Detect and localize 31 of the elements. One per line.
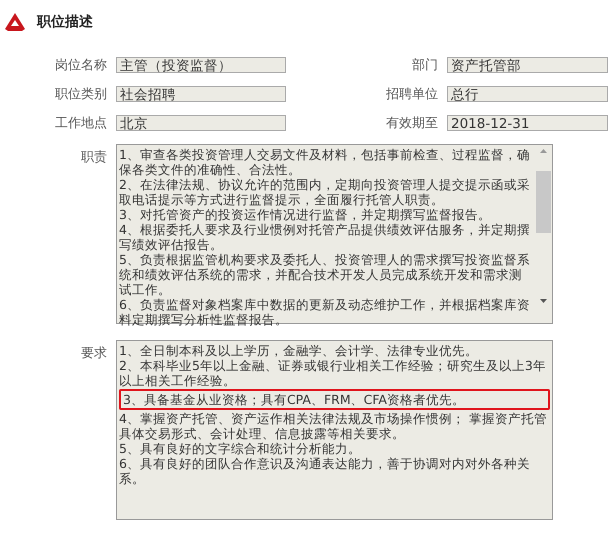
field-label: 工作地点	[54, 115, 107, 132]
text-line: 4、根据委托人要求及行业惯例对托管产品提供绩效评估服务，并定期撰写绩效评估报告。	[119, 222, 530, 252]
field-label: 职责	[80, 149, 107, 166]
field-label: 招聘单位	[385, 86, 438, 103]
scrollbar-thumb[interactable]	[536, 171, 551, 233]
input-field[interactable]: 主管（投资监督）	[116, 57, 286, 73]
logo-icon	[5, 13, 25, 31]
text-line: 6、具有良好的团队合作意识及沟通表达能力，善于协调对内对外各种关系。	[119, 456, 530, 486]
text-line: 2、在法律法规、协议允许的范围内，定期向投资管理人提交提示函或采取电话提示等方式进行监督提示，全面履行托管人职责。	[119, 177, 530, 207]
text-line: 5、具有良好的文字综合和统计分析能力。	[119, 441, 361, 456]
text-line: 2、本科毕业5年以上金融、证券或银行业相关工作经验；研究生及以上3年以上相关工作经验。	[119, 358, 546, 388]
field-label: 职位类别	[54, 86, 107, 103]
text-line: 5、负责根据监管机构要求及委托人、投资管理人的需求撰写投资监督系统和绩效评估系统的需求，并配合技术开发人员完成系统开发和需求测试工作。	[119, 252, 530, 297]
text-line: 3、具备基金从业资格；具有CPA、FRM、CFA资格者优先。	[123, 392, 465, 407]
text-area[interactable]	[116, 340, 553, 520]
input-field[interactable]: 北京	[116, 115, 286, 131]
text-line: 4、掌握资产托管、资产运作相关法律法规及市场操作惯例； 掌握资产托管具体交易形式、会计处理、信息披露等相关要求。	[119, 411, 547, 441]
text-line: 6、负责监督对象档案库中数据的更新及动态维护工作，并根据档案库资料定期撰写分析性监督报告。	[119, 297, 530, 327]
field-label: 要求	[80, 345, 107, 362]
field-label: 部门	[411, 57, 438, 74]
text-area[interactable]	[116, 144, 553, 324]
input-field[interactable]: 2018-12-31	[447, 115, 608, 131]
section-title: 职位描述	[37, 13, 93, 31]
text-line: 1、全日制本科及以上学历，金融学、会计学、法律专业优先。	[119, 343, 478, 358]
input-field[interactable]: 总行	[447, 86, 608, 102]
field-label: 有效期至	[385, 115, 438, 132]
text-line: 1、审查各类投资管理人交易文件及材料，包括事前检查、过程监督，确保各类文件的准确性、合法性。	[119, 147, 530, 177]
field-label: 岗位名称	[54, 57, 107, 74]
text-line: 3、对托管资产的投资运作情况进行监督，并定期撰写监督报告。	[119, 207, 491, 222]
input-field[interactable]: 资产托管部	[447, 57, 608, 73]
input-field[interactable]: 社会招聘	[116, 86, 286, 102]
